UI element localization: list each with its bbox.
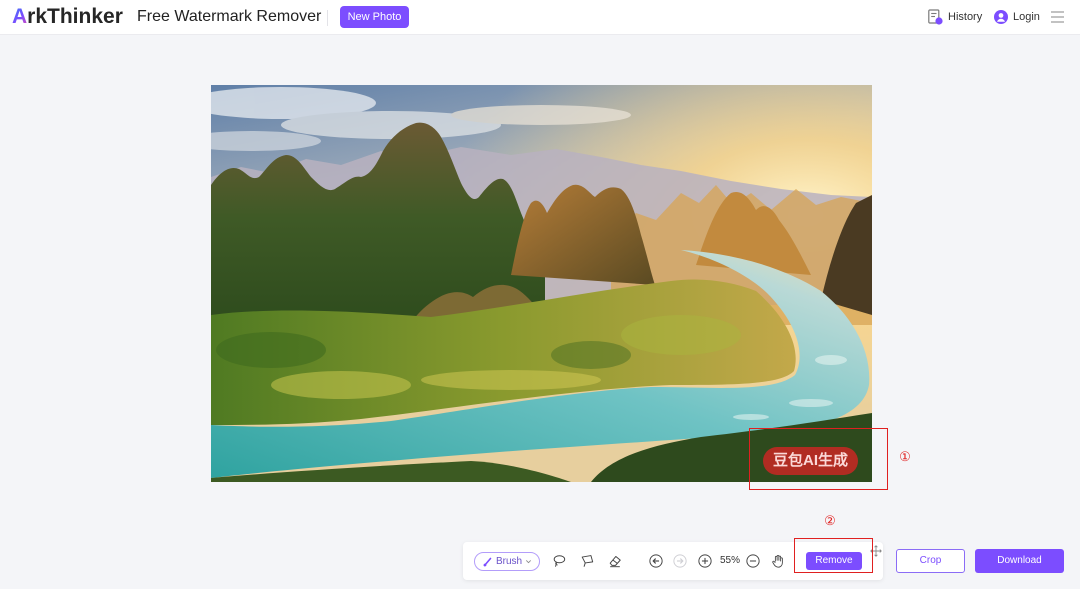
undo-icon[interactable]: [649, 554, 663, 568]
history-link[interactable]: History: [927, 8, 982, 26]
app-title: Free Watermark Remover: [137, 8, 322, 25]
history-label: History: [948, 11, 983, 23]
photo-preview: [211, 85, 872, 482]
annotation-box-1: [749, 428, 888, 490]
zoom-out-icon[interactable]: [746, 554, 760, 568]
history-icon: [927, 9, 943, 25]
login-link[interactable]: Login: [994, 8, 1040, 26]
annotation-marker-1: ①: [899, 449, 911, 464]
brand-logo-text: rkThinker: [27, 5, 123, 28]
zoom-level: 55%: [719, 555, 740, 566]
hand-icon[interactable]: [771, 554, 785, 568]
brand-logo[interactable]: ArkThinker: [12, 4, 123, 30]
top-header: ArkThinker Free Watermark Remover New Ph…: [0, 0, 1080, 35]
brush-icon: [483, 557, 493, 567]
annotation-box-2: [794, 538, 873, 573]
brush-label: Brush: [496, 556, 523, 567]
lasso-icon[interactable]: [552, 554, 566, 568]
chevron-down-icon: [525, 558, 532, 565]
brush-dropdown[interactable]: Brush: [474, 552, 540, 571]
crop-button[interactable]: Crop: [896, 549, 965, 573]
zoom-in-icon[interactable]: [698, 554, 712, 568]
login-label: Login: [1013, 11, 1040, 23]
brand-logo-initial: A: [12, 5, 28, 28]
redo-icon[interactable]: [673, 554, 687, 568]
download-button[interactable]: Download: [975, 549, 1064, 573]
new-photo-button[interactable]: New Photo: [340, 6, 409, 28]
eraser-icon[interactable]: [608, 554, 622, 568]
user-icon: [994, 10, 1008, 24]
annotation-marker-2: ②: [824, 513, 836, 528]
photo-canvas[interactable]: [211, 85, 872, 482]
polygon-lasso-icon[interactable]: [580, 554, 594, 568]
menu-icon[interactable]: [1050, 10, 1065, 24]
header-divider: [327, 10, 328, 26]
